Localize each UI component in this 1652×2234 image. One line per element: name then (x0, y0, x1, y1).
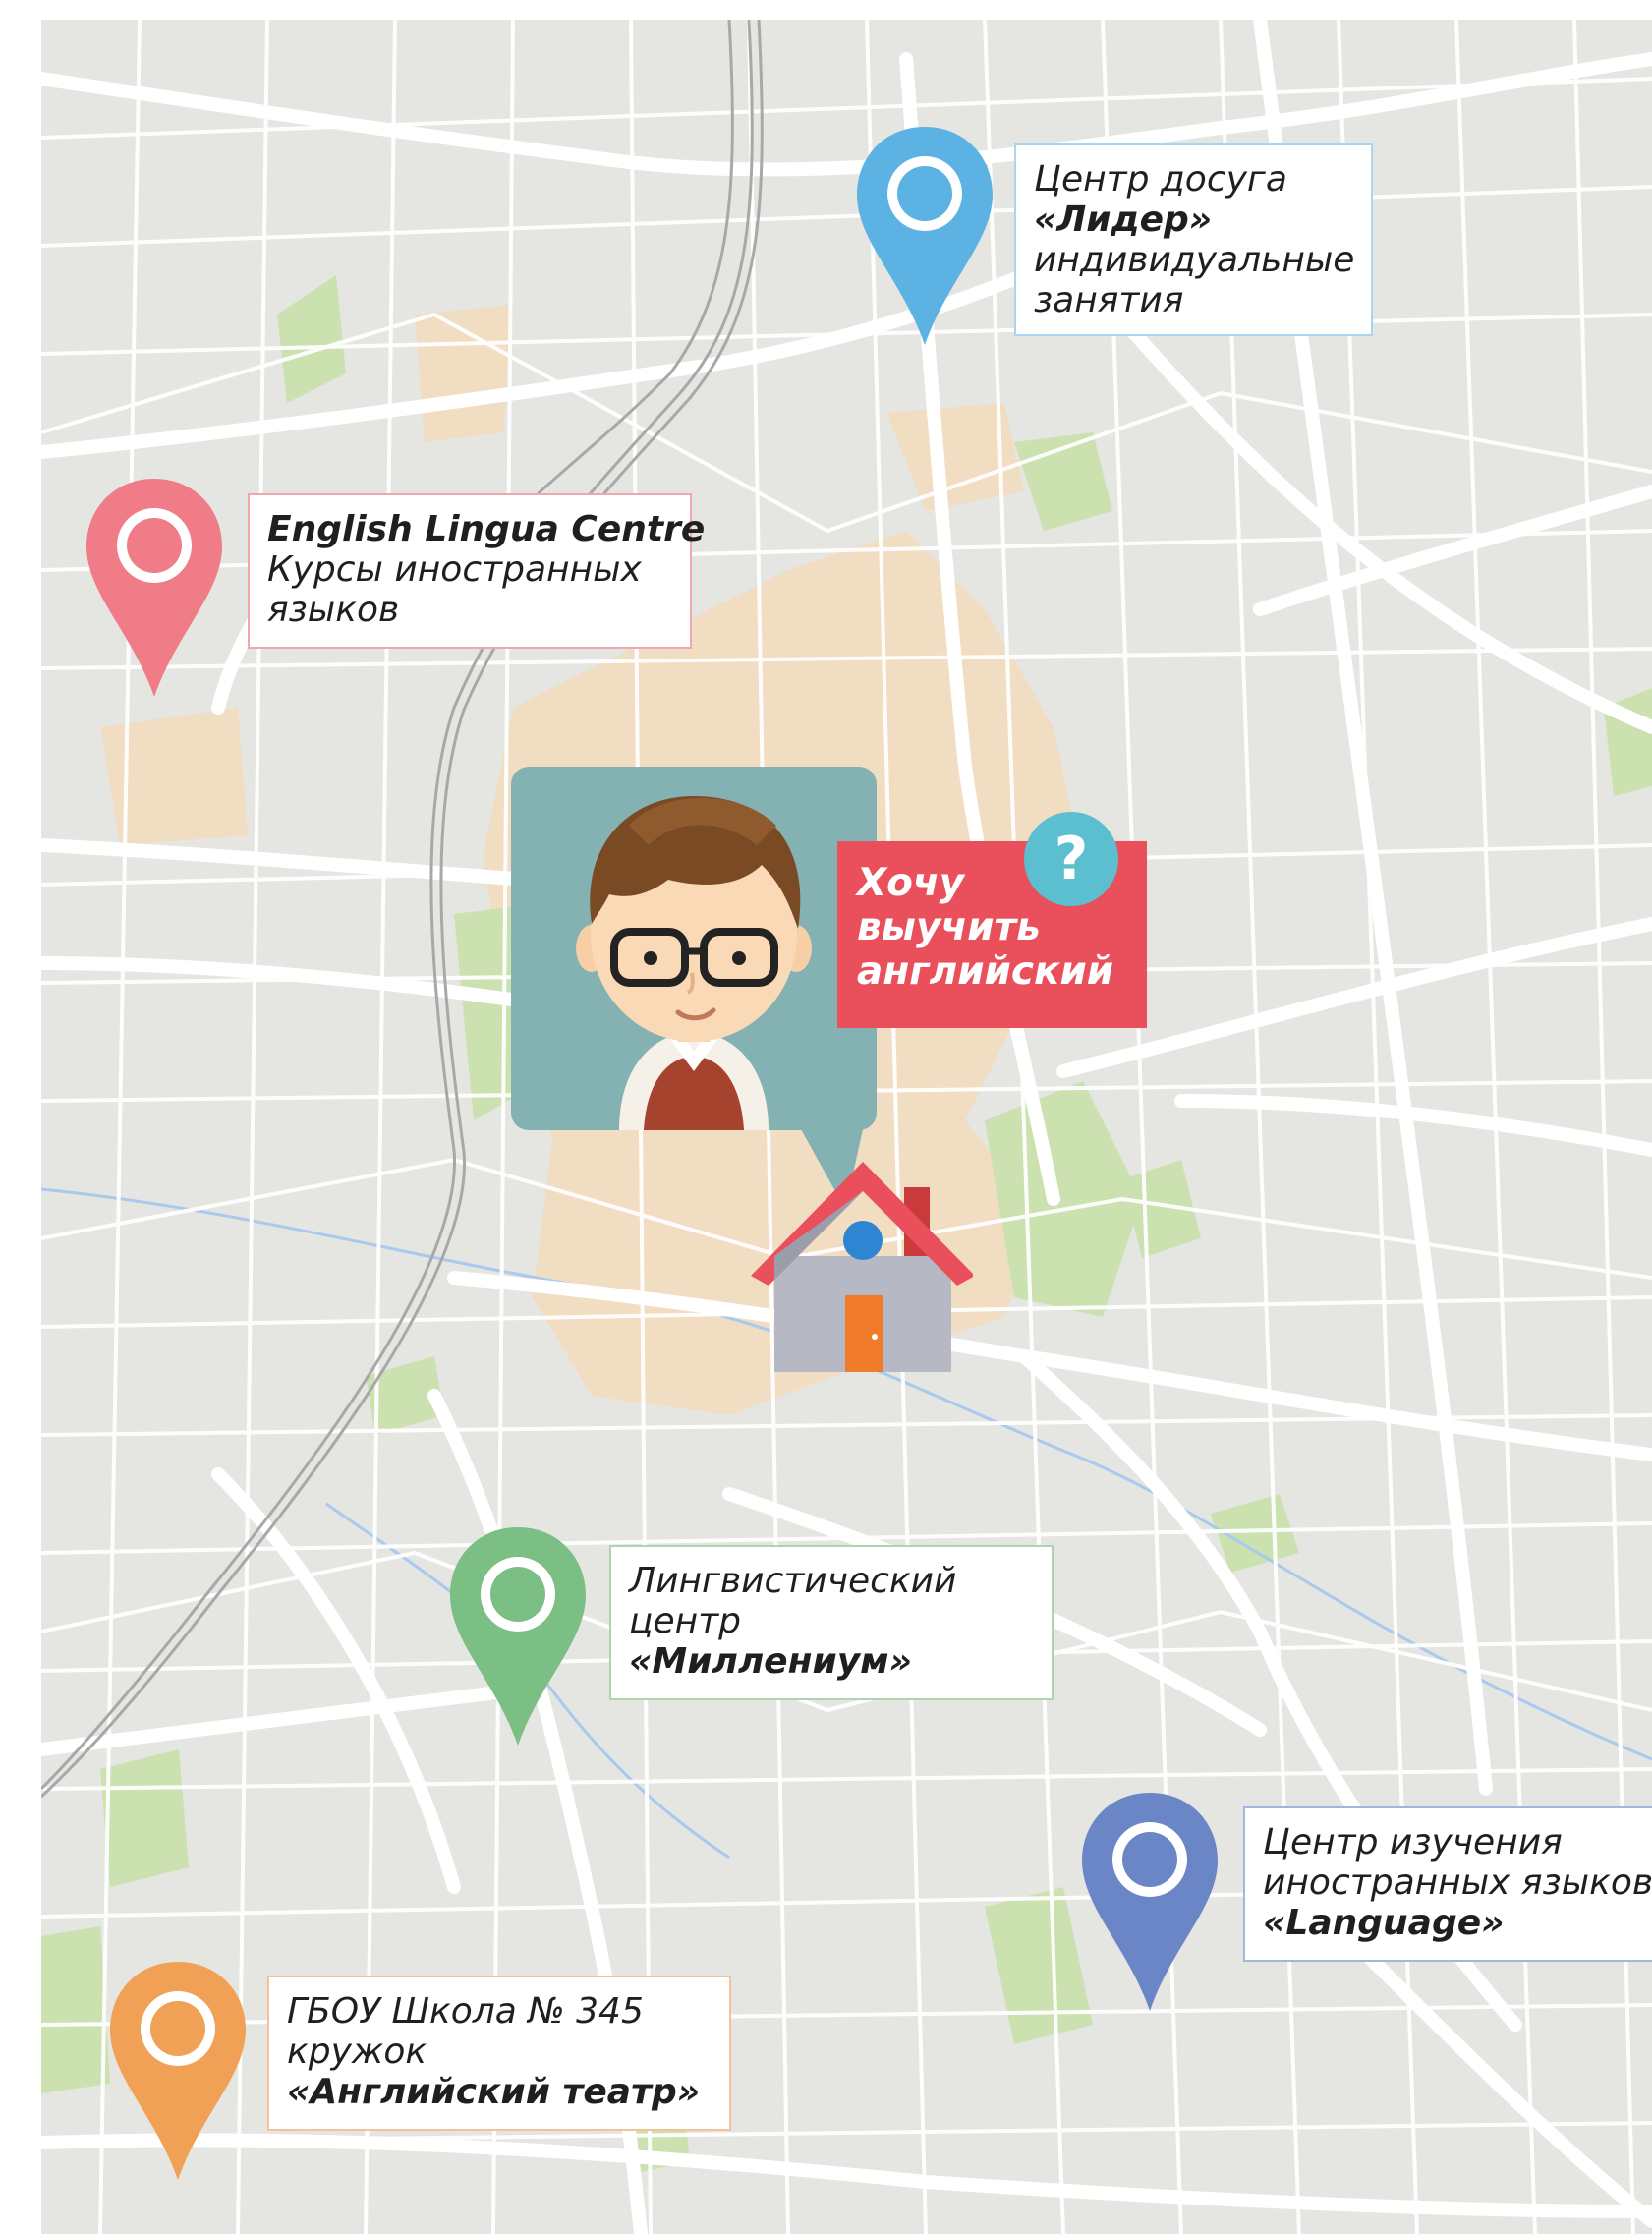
place-label-language[interactable]: Центр изучения иностранных языков «Langu… (1243, 1806, 1652, 1962)
thought-line: выучить (857, 905, 1041, 949)
place-label-line: занятия (1034, 280, 1184, 320)
place-label-line: Лингвистический (629, 1561, 957, 1601)
location-pin-icon[interactable] (446, 1523, 590, 1749)
city-map[interactable]: Центр досуга «Лидер» индивидуальные заня… (41, 20, 1652, 2234)
location-pin-icon[interactable] (83, 475, 226, 701)
house-icon[interactable] (747, 1158, 973, 1374)
place-label-english-lingua[interactable]: English Lingua Centre Курсы иностранных … (248, 493, 706, 649)
place-label-line: «Английский театр» (287, 2072, 701, 2112)
place-label-line: «Language» (1263, 1903, 1505, 1943)
place-label-line: иностранных языков (1263, 1862, 1652, 1903)
place-label-line: English Lingua Centre (267, 509, 706, 549)
place-label-lider[interactable]: Центр досуга «Лидер» индивидуальные заня… (1014, 143, 1373, 336)
place-label-line: «Лидер» (1034, 200, 1213, 240)
place-label-line: кружок (287, 2032, 427, 2072)
place-label-line: «Миллениум» (629, 1641, 912, 1682)
place-label-line: ГБОУ Школа № 345 (287, 1991, 644, 2032)
location-pin-icon[interactable] (1078, 1789, 1222, 2015)
place-label-line: индивидуальные (1034, 240, 1355, 280)
location-pin-icon[interactable] (106, 1958, 250, 2184)
place-label-line: языков (267, 590, 400, 630)
place-label-line: Курсы иностранных (267, 549, 642, 590)
question-mark-icon: ? (1024, 812, 1118, 906)
location-pin-icon[interactable] (853, 123, 997, 349)
thought-line: английский (857, 949, 1114, 994)
place-label-school-345[interactable]: ГБОУ Школа № 345 кружок «Английский теат… (267, 1976, 731, 2131)
place-label-line: Центр изучения (1263, 1822, 1563, 1862)
place-label-millenium[interactable]: Лингвистический центр «Миллениум» (609, 1545, 1054, 1700)
place-label-line: центр (629, 1601, 742, 1641)
student-avatar-icon (511, 767, 877, 1209)
place-label-line: Центр досуга (1034, 159, 1287, 200)
